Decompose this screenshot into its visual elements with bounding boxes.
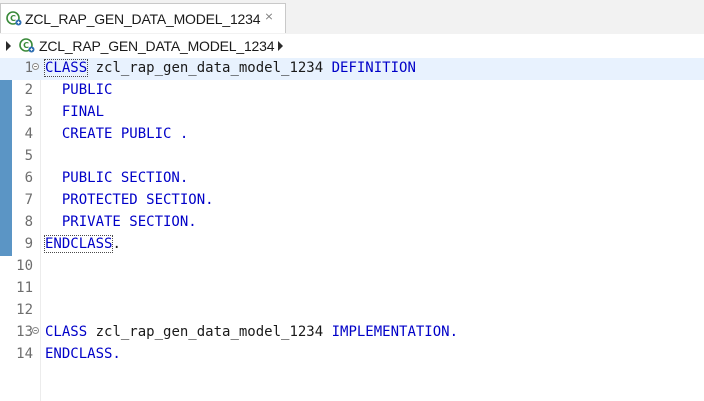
editor-tab-bar: C ZCL_RAP_GEN_DATA_MODEL_1234 ⨯ (0, 0, 704, 35)
keyword: PROTECTED SECTION. (45, 192, 214, 208)
abap-class-icon: C (6, 11, 22, 26)
keyword: IMPLEMENTATION. (331, 324, 459, 340)
breadcrumb: C ZCL_RAP_GEN_DATA_MODEL_1234 (0, 34, 704, 59)
code-line[interactable]: 13 CLASS zcl_rap_gen_data_model_1234 IMP… (0, 322, 704, 344)
code-text: CREATE PUBLIC . (45, 126, 188, 142)
keyword: ENDCLASS. (45, 346, 121, 362)
keyword: CLASS (45, 324, 88, 340)
breadcrumb-class-label[interactable]: ZCL_RAP_GEN_DATA_MODEL_1234 (39, 38, 274, 54)
code-line[interactable]: 11 (0, 278, 704, 300)
line-number: 7 (24, 192, 33, 208)
code-line[interactable]: 3 FINAL (0, 102, 704, 124)
keyword: CREATE PUBLIC . (45, 126, 189, 142)
svg-text:C: C (23, 41, 29, 50)
fold-collapse-icon[interactable] (32, 63, 39, 70)
line-number: 2 (24, 82, 33, 98)
keyword: DEFINITION (331, 60, 416, 76)
line-number: 9 (24, 236, 33, 252)
close-icon[interactable]: ⨯ (262, 10, 276, 24)
keyword: PUBLIC SECTION. (45, 170, 189, 186)
keyword: PRIVATE SECTION. (45, 214, 197, 230)
fold-collapse-icon[interactable] (32, 327, 39, 334)
keyword: PUBLIC (45, 82, 113, 98)
line-number: 3 (24, 104, 33, 120)
line-number: 14 (16, 346, 33, 362)
line-number: 5 (24, 148, 33, 164)
line-number: 13 (16, 324, 33, 340)
code-editor[interactable]: 1 CLASS zcl_rap_gen_data_model_1234 DEFI… (0, 58, 704, 401)
line-number: 6 (24, 170, 33, 186)
code-line[interactable]: 5 (0, 146, 704, 168)
code-text: CLASS zcl_rap_gen_data_model_1234 IMPLEM… (45, 324, 458, 340)
editor-tab[interactable]: C ZCL_RAP_GEN_DATA_MODEL_1234 ⨯ (0, 3, 286, 33)
identifier: zcl_rap_gen_data_model_1234 (87, 324, 332, 340)
code-line[interactable]: 6 PUBLIC SECTION. (0, 168, 704, 190)
code-text: ENDCLASS. (45, 346, 121, 362)
line-number: 8 (24, 214, 33, 230)
keyword: ENDCLASS (43, 235, 114, 253)
code-line[interactable]: 7 PROTECTED SECTION. (0, 190, 704, 212)
svg-text:C: C (10, 14, 16, 23)
keyword: CLASS (43, 59, 89, 77)
code-text: CLASS zcl_rap_gen_data_model_1234 DEFINI… (43, 59, 416, 77)
line-number: 12 (16, 302, 33, 318)
line-number: 11 (16, 280, 33, 296)
code-line[interactable]: 12 (0, 300, 704, 322)
code-line[interactable]: 2 PUBLIC (0, 80, 704, 102)
identifier: zcl_rap_gen_data_model_1234 (87, 60, 332, 76)
code-text: PUBLIC (45, 82, 113, 98)
code-text: PRIVATE SECTION. (45, 214, 197, 230)
abap-class-icon: C (19, 38, 35, 53)
code-text: ENDCLASS. (43, 235, 121, 253)
chevron-right-icon[interactable] (6, 41, 11, 51)
code-text: FINAL (45, 104, 104, 120)
code-text: PUBLIC SECTION. (45, 170, 188, 186)
punctuation: . (112, 236, 121, 252)
code-line[interactable]: 14 ENDCLASS. (0, 344, 704, 366)
code-line[interactable]: 4 CREATE PUBLIC . (0, 124, 704, 146)
line-number: 4 (24, 126, 33, 142)
code-line[interactable]: 10 (0, 256, 704, 278)
keyword: FINAL (45, 104, 105, 120)
code-line[interactable]: 1 CLASS zcl_rap_gen_data_model_1234 DEFI… (0, 58, 704, 80)
code-text: PROTECTED SECTION. (45, 192, 214, 208)
code-line[interactable]: 9 ENDCLASS. (0, 234, 704, 256)
line-number: 10 (16, 258, 33, 274)
chevron-right-icon[interactable] (278, 41, 283, 51)
tab-label: ZCL_RAP_GEN_DATA_MODEL_1234 (25, 11, 261, 27)
code-line[interactable]: 8 PRIVATE SECTION. (0, 212, 704, 234)
